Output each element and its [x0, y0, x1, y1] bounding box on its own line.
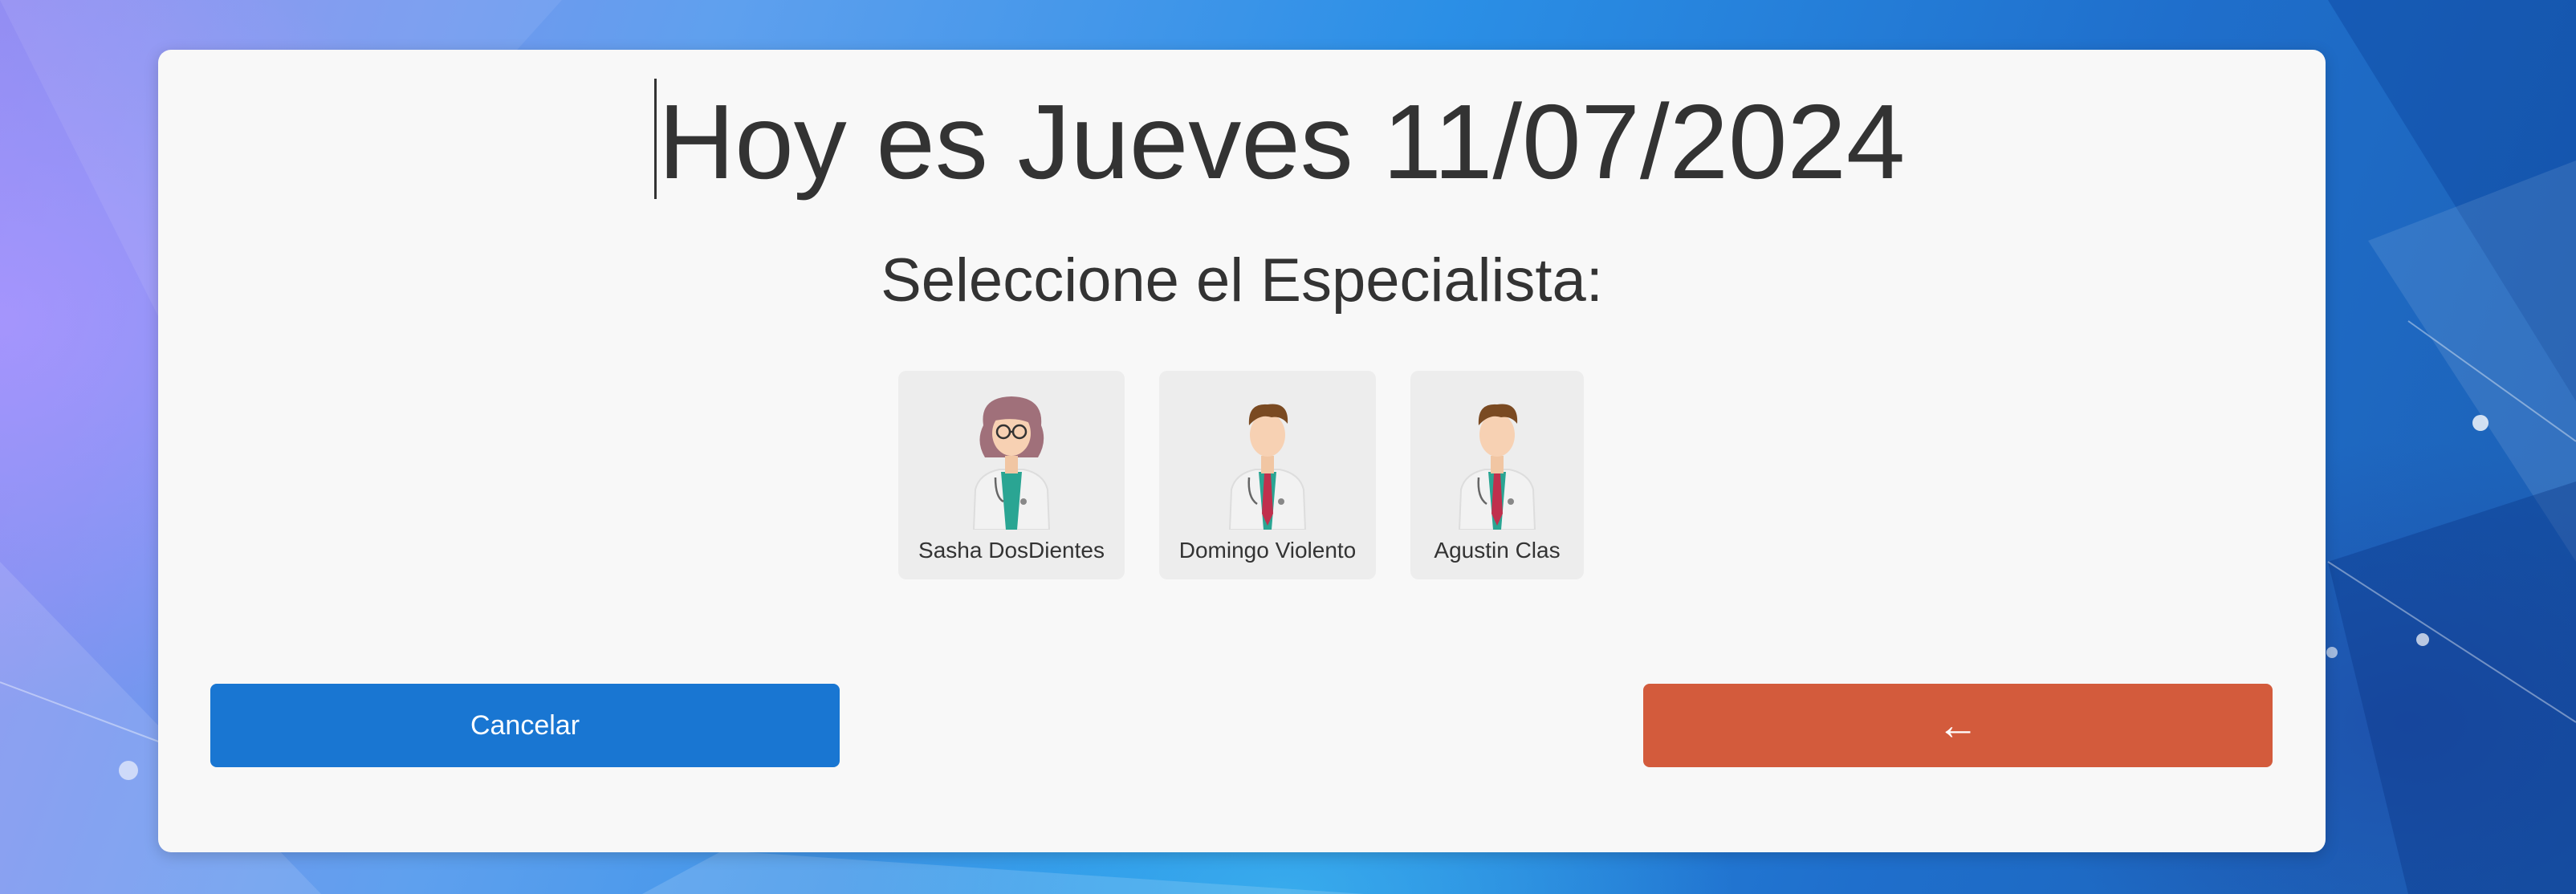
- specialist-name: Agustin Clas: [1434, 538, 1561, 563]
- select-specialist-prompt: Seleccione el Especialista:: [881, 246, 1603, 315]
- appointment-card: Hoy es Jueves 11/07/2024 Seleccione el E…: [158, 50, 2326, 852]
- page-title: Hoy es Jueves 11/07/2024: [658, 83, 1906, 201]
- specialist-name: Domingo Violento: [1178, 538, 1357, 563]
- text-cursor: [654, 79, 657, 199]
- specialist-card-sasha[interactable]: Sasha DosDientes: [898, 371, 1125, 579]
- specialist-card-domingo[interactable]: Domingo Violento: [1159, 371, 1376, 579]
- male-doctor-icon: [1223, 393, 1312, 530]
- cancel-button[interactable]: Cancelar: [210, 684, 840, 767]
- specialist-card-agustin[interactable]: Agustin Clas: [1410, 371, 1584, 579]
- back-button[interactable]: ←: [1643, 684, 2273, 767]
- specialist-name: Sasha DosDientes: [918, 538, 1105, 563]
- specialist-list: Sasha DosDientes Domingo Violento Agusti…: [158, 371, 2326, 579]
- female-doctor-icon: [967, 393, 1056, 530]
- male-doctor-icon: [1453, 393, 1541, 530]
